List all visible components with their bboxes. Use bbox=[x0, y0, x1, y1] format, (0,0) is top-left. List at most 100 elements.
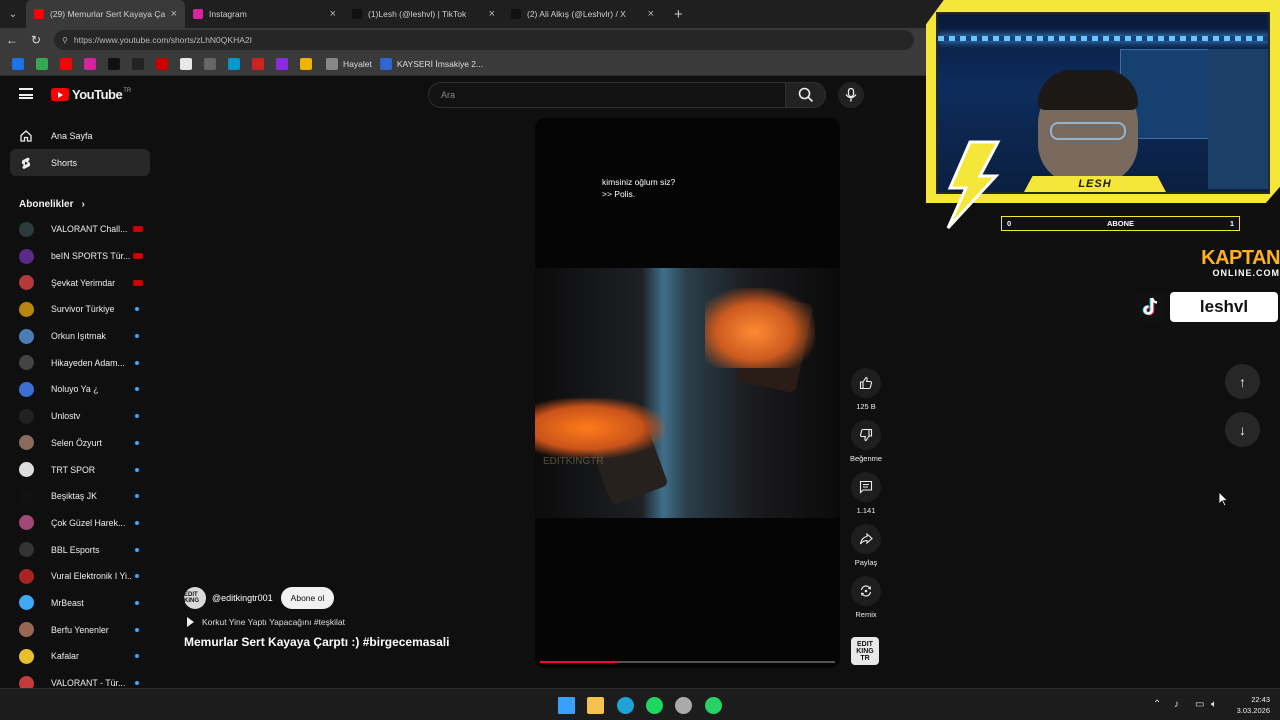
sidebar-item-label: Ana Sayfa bbox=[51, 130, 93, 141]
subscription-item[interactable]: Şevkat Yerimdar bbox=[10, 269, 150, 296]
streamer-glasses bbox=[1050, 122, 1126, 140]
sidebar-nav: Ana Sayfa Shorts bbox=[10, 122, 150, 176]
channel-handle[interactable]: @editkingtr001 bbox=[212, 593, 273, 603]
youtube-logo[interactable]: YouTube TR bbox=[51, 87, 131, 102]
sidebar-item-shorts[interactable]: Shorts bbox=[10, 149, 150, 176]
channel-avatar bbox=[19, 221, 34, 237]
tab-favicon-icon bbox=[34, 9, 44, 19]
channel-avatar bbox=[19, 328, 34, 344]
voice-search-button[interactable] bbox=[838, 82, 864, 108]
browser-tab[interactable]: Instagram × bbox=[185, 0, 344, 28]
bookmark-favicon-icon[interactable] bbox=[276, 57, 288, 70]
comment-button[interactable]: 1.141 bbox=[844, 472, 888, 524]
video-progress-fill bbox=[540, 661, 617, 663]
windows-start-icon[interactable] bbox=[558, 697, 575, 714]
share-button[interactable]: Paylaş bbox=[844, 524, 888, 576]
subscription-item[interactable]: BBL Esports bbox=[10, 536, 150, 563]
search-button[interactable] bbox=[786, 82, 826, 108]
subscription-item[interactable]: Selen Özyurt bbox=[10, 430, 150, 457]
bookmark-favicon-icon[interactable] bbox=[156, 57, 168, 70]
tab-close-icon[interactable]: × bbox=[489, 8, 495, 20]
bookmark-favicon-icon[interactable] bbox=[60, 57, 72, 70]
hand-right bbox=[705, 288, 815, 368]
subscription-item[interactable]: beIN SPORTS Tür... bbox=[10, 243, 150, 270]
new-content-dot bbox=[135, 387, 139, 392]
tab-close-icon[interactable]: × bbox=[330, 8, 336, 20]
remix-button[interactable]: Remix bbox=[844, 576, 888, 628]
browser-tab[interactable]: (29) Memurlar Sert Kayaya Ça × bbox=[26, 0, 185, 28]
previous-short-button[interactable]: ↑ bbox=[1225, 364, 1260, 399]
show-hidden-icons-button[interactable]: ⌃ bbox=[1153, 699, 1161, 710]
subscription-item[interactable]: Hikayeden Adam... bbox=[10, 349, 150, 376]
subscription-item[interactable]: Çok Güzel Harek... bbox=[10, 510, 150, 537]
site-info-icon[interactable]: ⚲ bbox=[62, 36, 68, 45]
bookmark-favicon-icon[interactable] bbox=[300, 57, 312, 70]
bookmark-link[interactable]: KAYSERİ İmsakiye 2... bbox=[379, 57, 483, 70]
bookmark-link[interactable]: Hayalet bbox=[326, 57, 372, 70]
whatsapp-icon[interactable] bbox=[704, 697, 722, 714]
subscription-item[interactable]: Orkun Işıtmak bbox=[10, 323, 150, 350]
tab-list-menu-button[interactable]: ⌄ bbox=[0, 0, 26, 28]
bookmark-favicon-icon[interactable] bbox=[108, 57, 120, 70]
bookmark-favicon-icon[interactable] bbox=[84, 57, 96, 70]
hamburger-menu-icon[interactable] bbox=[19, 88, 33, 99]
bookmark-favicon-icon[interactable] bbox=[12, 57, 24, 70]
shorts-player[interactable]: kimsiniz oğlum siz? >> Polis. EDITKINGTR bbox=[535, 118, 840, 668]
music-row[interactable]: Korkut Yine Yaptı Yapacağını #teşkilat bbox=[184, 617, 524, 627]
new-tab-button[interactable]: + bbox=[674, 6, 683, 23]
channel-avatar[interactable]: EDIT KING bbox=[184, 587, 206, 609]
subscribe-button[interactable]: Abone ol bbox=[280, 587, 335, 609]
url-field[interactable]: ⚲ https://www.youtube.com/shorts/zLhN0QK… bbox=[54, 30, 914, 50]
subscription-item[interactable]: Beşiktaş JK bbox=[10, 483, 150, 510]
subscription-item[interactable]: MrBeast bbox=[10, 590, 150, 617]
subscription-item[interactable]: Unlostv bbox=[10, 403, 150, 430]
browser-tab[interactable]: (2) Ali Alkış (@Leshvlr) / X × bbox=[503, 0, 662, 28]
volume-tray-icon[interactable]: 🔈︎ bbox=[1211, 699, 1217, 710]
settings-app-icon[interactable] bbox=[675, 697, 693, 714]
tab-title: Instagram bbox=[209, 9, 247, 19]
bookmark-favicon-icon[interactable] bbox=[36, 57, 48, 70]
back-button[interactable]: ← bbox=[0, 33, 24, 47]
bookmark-favicon-icon[interactable] bbox=[132, 57, 144, 70]
channel-avatar bbox=[19, 595, 34, 611]
bookmark-favicon-icon[interactable] bbox=[180, 57, 192, 70]
video-progress-bar[interactable] bbox=[540, 661, 835, 663]
sponsor-logo: KAPTAN ONLINE.COM bbox=[1186, 248, 1280, 278]
action-label: Beğenme bbox=[849, 454, 883, 463]
subscription-item[interactable]: TRT SPOR bbox=[10, 456, 150, 483]
system-clock[interactable]: 22:43 3.03.2026 bbox=[1230, 694, 1270, 716]
spotify-icon[interactable] bbox=[645, 697, 663, 714]
subscription-item[interactable]: VALORANT Chall... bbox=[10, 216, 150, 243]
bookmark-favicon-icon[interactable] bbox=[252, 57, 264, 70]
sound-channel-thumbnail[interactable]: EDIT KING TR bbox=[851, 637, 879, 665]
subscription-item[interactable]: Noluyo Ya ¿ bbox=[10, 376, 150, 403]
edge-icon[interactable] bbox=[616, 697, 634, 714]
subscription-item[interactable]: Survivor Türkiye bbox=[10, 296, 150, 323]
search-input[interactable]: Ara bbox=[428, 82, 786, 108]
file-explorer-icon[interactable] bbox=[587, 697, 605, 714]
browser-tab[interactable]: (1)Lesh (@leshvl) | TikTok × bbox=[344, 0, 503, 28]
new-content-dot bbox=[135, 467, 139, 472]
sidebar-item-home[interactable]: Ana Sayfa bbox=[10, 122, 150, 149]
like-button[interactable]: 125 B bbox=[844, 368, 888, 420]
tab-close-icon[interactable]: × bbox=[648, 8, 654, 20]
microphone-tray-icon[interactable]: ♪ bbox=[1174, 699, 1179, 710]
next-short-button[interactable]: ↓ bbox=[1225, 412, 1260, 447]
subscription-item[interactable]: Kafalar bbox=[10, 643, 150, 670]
windows-taskbar: ⌃ ♪ ▭ 🔈︎ 22:43 3.03.2026 bbox=[0, 688, 1280, 720]
dislike-button[interactable]: Beğenme bbox=[844, 420, 888, 472]
new-content-dot bbox=[135, 574, 139, 579]
bookmark-favicon-icon[interactable] bbox=[228, 57, 240, 70]
streamer-name-plate: LESH bbox=[1024, 176, 1166, 192]
subscription-item[interactable]: Vural Elektronik I Yi... bbox=[10, 563, 150, 590]
short-metadata: EDIT KING @editkingtr001 Abone ol Korkut… bbox=[184, 587, 524, 649]
sub-goal-current: 0 bbox=[1007, 219, 1012, 228]
subscriptions-header[interactable]: Abonelikler › bbox=[10, 192, 150, 216]
reload-button[interactable]: ↻ bbox=[24, 33, 48, 47]
network-tray-icon[interactable]: ▭ bbox=[1195, 699, 1204, 710]
share-icon bbox=[851, 524, 881, 554]
channel-name: VALORANT Chall... bbox=[51, 224, 128, 235]
tab-close-icon[interactable]: × bbox=[171, 8, 177, 20]
bookmark-favicon-icon[interactable] bbox=[204, 57, 216, 70]
subscription-item[interactable]: Berfu Yenenler bbox=[10, 616, 150, 643]
